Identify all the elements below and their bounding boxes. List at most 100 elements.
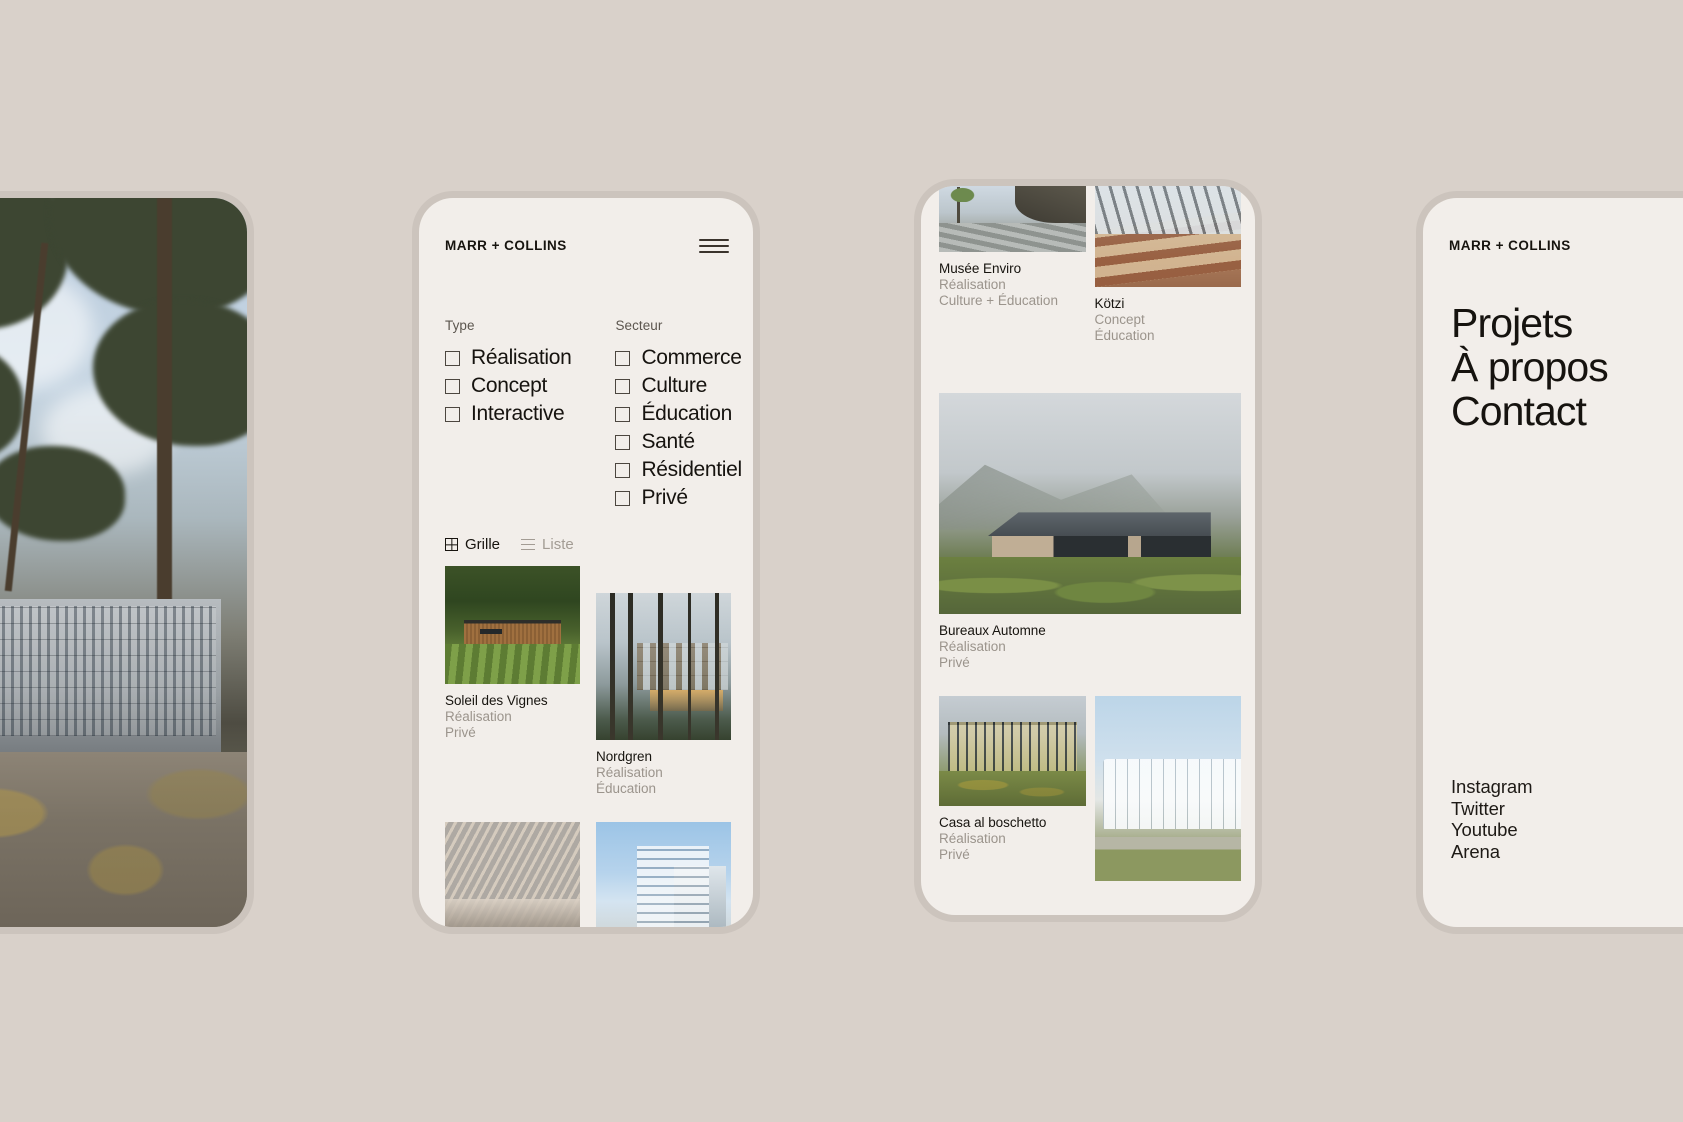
checkbox-icon[interactable] [615, 378, 631, 394]
project-thumbnail[interactable] [939, 696, 1086, 806]
list-icon [521, 539, 536, 550]
phone-filters: MARR + COLLINS Type Réalisation Concept … [419, 198, 753, 927]
wordmark: MARR + COLLINS [1449, 238, 1571, 253]
filter-option-label: Éducation [641, 402, 733, 426]
filter-option-label: Résidentiel [641, 458, 742, 482]
social-link-youtube[interactable]: Youtube [1451, 819, 1532, 841]
filter-option-interactive[interactable]: Interactive [445, 403, 571, 425]
project-card[interactable] [445, 822, 580, 927]
nav-item-projets[interactable]: Projets [1451, 301, 1608, 346]
filter-option-label: Privé [641, 486, 688, 510]
filter-option-education[interactable]: Éducation [615, 403, 741, 425]
filter-option-label: Concept [471, 374, 548, 398]
view-toggle-grid-label: Grille [465, 536, 501, 553]
filter-option-label: Commerce [641, 346, 742, 369]
main-navigation: Projets À propos Contact [1451, 301, 1609, 434]
project-title: Kötzi [1094, 296, 1125, 311]
project-thumbnail[interactable] [939, 393, 1241, 614]
hamburger-icon[interactable] [699, 238, 729, 253]
checkbox-icon[interactable] [615, 490, 631, 506]
checkbox-icon[interactable] [615, 350, 631, 366]
phone-projects: Musée Enviro Réalisation Culture + Éduca… [921, 186, 1255, 915]
menu-screen: MARR + COLLINS Projets À propos Contact … [1423, 198, 1683, 927]
view-toggle: Grille Liste [445, 536, 574, 553]
filter-option-label: Santé [641, 430, 695, 454]
filter-group-title-secteur: Secteur [615, 318, 663, 333]
filter-option-residentiel[interactable]: Résidentiel [615, 458, 742, 482]
filter-option-prive[interactable]: Privé [615, 487, 741, 509]
filter-group-type: Type Réalisation Concept Interactive [445, 318, 572, 515]
checkbox-icon[interactable] [445, 350, 460, 366]
project-sector: Éducation [1094, 328, 1155, 343]
grid-icon [445, 538, 458, 551]
checkbox-icon[interactable] [615, 406, 631, 422]
feed-row: Casa al boschetto Réalisation Privé [939, 696, 1241, 907]
project-thumbnail[interactable] [596, 593, 731, 740]
project-card[interactable] [1094, 696, 1241, 881]
project-thumbnail[interactable] [1094, 186, 1241, 287]
project-thumbnail[interactable] [939, 186, 1086, 252]
filter-option-label: Culture [641, 374, 707, 398]
project-thumbnail[interactable] [445, 566, 580, 684]
project-sector: Éducation [596, 781, 657, 796]
filter-option-sante[interactable]: Santé [615, 431, 741, 453]
project-card[interactable]: Kötzi Concept Éducation [1094, 186, 1241, 343]
filter-group-secteur: Secteur Commerce Culture Éducation Santé [615, 318, 742, 515]
project-card[interactable]: Musée Enviro Réalisation Culture + Éduca… [939, 186, 1086, 343]
project-type: Réalisation [939, 277, 1006, 292]
projects-screen: Musée Enviro Réalisation Culture + Éduca… [921, 186, 1255, 915]
filter-option-label: Réalisation [471, 346, 572, 369]
feed-row: Musée Enviro Réalisation Culture + Éduca… [939, 186, 1241, 369]
project-type: Réalisation [939, 831, 1006, 846]
project-thumbnail[interactable] [445, 822, 580, 927]
project-card[interactable]: Bureaux Automne Réalisation Privé [939, 393, 1241, 670]
project-title: Musée Enviro [939, 261, 1022, 276]
project-title: Casa al boschetto [939, 815, 1047, 830]
nav-item-a-propos[interactable]: À propos [1451, 345, 1609, 390]
project-sector: Privé [939, 655, 970, 670]
view-toggle-grid[interactable]: Grille [445, 536, 500, 553]
project-card[interactable]: Nordgren Réalisation Éducation [596, 593, 731, 796]
phone-menu: MARR + COLLINS Projets À propos Contact … [1423, 198, 1683, 927]
filter-option-label: Interactive [471, 402, 565, 426]
filter-option-concept[interactable]: Concept [445, 374, 571, 398]
checkbox-icon[interactable] [615, 434, 631, 450]
view-toggle-list-label: Liste [542, 536, 574, 553]
project-card[interactable] [596, 822, 731, 927]
checkbox-icon[interactable] [615, 462, 631, 478]
phone-hero-photo [0, 198, 247, 927]
project-title: Soleil des Vignes [445, 693, 548, 708]
social-link-arena[interactable]: Arena [1451, 841, 1532, 863]
view-toggle-list[interactable]: Liste [521, 536, 574, 553]
project-sector: Privé [939, 847, 970, 862]
project-feed: Musée Enviro Réalisation Culture + Éduca… [939, 186, 1241, 907]
social-links: Instagram Twitter Youtube Arena [1451, 776, 1533, 863]
filter-option-realisation[interactable]: Réalisation [445, 346, 572, 369]
project-sector: Privé [445, 725, 476, 740]
app-topbar: MARR + COLLINS [445, 238, 729, 253]
project-title: Bureaux Automne [939, 623, 1046, 638]
filter-option-culture[interactable]: Culture [615, 374, 741, 398]
project-type: Réalisation [445, 709, 512, 724]
nav-item-contact[interactable]: Contact [1451, 389, 1608, 434]
hero-photo-screen [0, 198, 247, 927]
hero-photograph [0, 198, 247, 927]
social-link-twitter[interactable]: Twitter [1451, 798, 1532, 820]
wordmark: MARR + COLLINS [445, 238, 567, 253]
project-title: Nordgren [596, 749, 652, 764]
project-card[interactable]: Soleil des Vignes Réalisation Privé [445, 566, 580, 796]
project-card[interactable]: Casa al boschetto Réalisation Privé [939, 696, 1086, 881]
filter-group-title-type: Type [445, 318, 475, 333]
project-sector: Culture + Éducation [939, 293, 1058, 308]
app-topbar: MARR + COLLINS [1449, 238, 1683, 253]
project-type: Réalisation [939, 639, 1006, 654]
project-thumbnail[interactable] [1094, 696, 1241, 881]
filters-screen: MARR + COLLINS Type Réalisation Concept … [419, 198, 753, 927]
project-type: Réalisation [596, 765, 663, 780]
checkbox-icon[interactable] [445, 406, 460, 422]
project-thumbnail[interactable] [596, 822, 731, 927]
project-grid: Soleil des Vignes Réalisation Privé Nord… [445, 566, 731, 927]
checkbox-icon[interactable] [445, 378, 460, 394]
filter-option-commerce[interactable]: Commerce [615, 346, 742, 369]
social-link-instagram[interactable]: Instagram [1451, 776, 1533, 798]
